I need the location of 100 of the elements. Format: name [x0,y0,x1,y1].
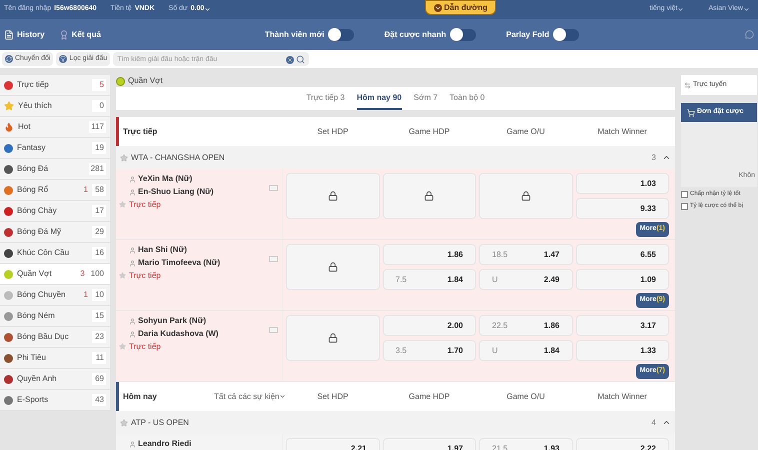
sidebar-item[interactable]: Quyền Anh 69 [0,369,110,390]
sport-label: Quần Vợt [17,268,53,280]
toggle-switch[interactable] [450,28,476,40]
collapse-toggle[interactable] [662,418,671,427]
lock-icon [328,333,338,343]
cart-icon [687,108,695,116]
odds-button[interactable]: 1.03 [576,173,669,194]
sport-label: Hot [18,121,32,133]
odds-button[interactable]: 18.5 1.47 [479,244,572,265]
caret-icon [743,6,750,13]
live-count: 1 [84,289,88,301]
star-icon[interactable] [120,154,128,162]
lock-icon [424,191,434,201]
medal-icon [58,30,69,40]
sidebar-item[interactable]: Quần Vợt 3 100 [0,264,110,285]
odds-value: 1.84 [544,344,560,356]
odds-value: 1.03 [640,178,656,190]
lock-icon [328,262,338,272]
star-icon[interactable] [120,418,128,426]
event-count: 16 [92,247,106,259]
event-count: 43 [92,394,106,406]
odds-button[interactable]: 3.17 [576,315,669,336]
sidebar-item[interactable]: E-Sports 43 [0,390,110,411]
event-count: 5 [92,79,106,91]
player-icon [129,260,136,266]
sidebar-item[interactable]: Phi Tiêu 11 [0,348,110,369]
odds-value: 1.33 [640,344,656,356]
sidebar-item[interactable]: Bóng Chuyền 1 10 [0,285,110,306]
star-icon [4,101,14,111]
odds-button[interactable]: 9.33 [576,198,669,219]
odds-button[interactable]: U 2.49 [479,269,572,290]
search-icon[interactable] [296,55,306,64]
period-tab[interactable]: Toàn bộ 0 [450,87,485,110]
odds-button[interactable]: 22.5 1.86 [479,315,572,336]
column-header: Set HDP [316,390,350,402]
toggle-switch[interactable] [553,28,580,40]
column-header: Game HDP [408,126,451,138]
event-count: 69 [92,373,106,385]
player-name: Sohyun Park (Nữ) [138,315,206,327]
odds-button[interactable]: 3.5 1.70 [382,340,476,361]
live-count: 1 [84,184,88,196]
star-icon[interactable] [119,272,126,278]
odds-button[interactable]: 1.33 [576,340,669,361]
odds-button[interactable]: 6.55 [576,244,669,265]
odds-button[interactable]: 7.5 1.84 [382,269,476,290]
sport-label: E-Sports [17,394,50,406]
odds-value: 9.33 [640,202,656,214]
odds-button[interactable]: 2.00 [382,315,476,336]
sidebar-item[interactable]: Bóng Đá Mỹ 29 [0,222,110,243]
caret-icon [279,393,286,400]
odds-value: 1.86 [544,320,560,332]
player-name: Leandro Riedi [138,438,192,450]
odds-value: 3.17 [640,320,656,332]
star-icon[interactable] [119,200,126,208]
odds-value: 1.09 [640,274,656,286]
chat-icon[interactable] [745,30,754,39]
period-tab[interactable]: Sớm 7 [414,87,438,110]
event-count: 23 [92,331,106,343]
sidebar-item[interactable]: Fantasy 19 [0,138,110,159]
chevron-up-icon [662,418,671,427]
guide-tab[interactable]: Dẫn đường [425,0,496,15]
sidebar-item[interactable]: Bóng Đá 281 [0,159,110,180]
sidebar-item[interactable]: Khúc Côn Cầu 16 [0,243,110,264]
toggle-label: Đặt cược nhanh [384,28,446,40]
sport-title: Quần Vợt [128,75,163,87]
odds-value: 2.00 [447,320,463,332]
checkbox[interactable] [681,191,688,198]
odds-button[interactable]: 1.86 [382,244,476,265]
sidebar-item[interactable]: Bóng Rổ 1 58 [0,180,110,201]
live-status: Trực tiếp [129,199,162,211]
sidebar-item[interactable]: Trực tiếp 5 [0,75,110,96]
odds-button[interactable]: U 1.84 [479,340,572,361]
sidebar-item[interactable]: Hot 117 [0,117,110,138]
sidebar-item[interactable]: Bóng Chày 17 [0,201,110,222]
handicap-line: 22.5 [492,320,508,332]
handicap-line: 18.5 [492,248,508,260]
checkbox[interactable] [681,203,688,210]
nav-link[interactable]: History [4,28,45,40]
flame-icon [4,122,14,132]
period-tab[interactable]: Hôm nay 90 [356,87,402,110]
star-icon[interactable] [119,342,126,350]
caret-icon [677,6,684,13]
collapse-toggle[interactable] [662,153,671,162]
odds-button[interactable]: 1.09 [576,269,669,290]
period-tab[interactable]: Trực tiếp 3 [306,87,345,110]
league-name: ATP - US OPEN [131,416,190,428]
handicap-line: U [492,344,498,356]
arrows-icon [684,82,691,88]
sidebar-item[interactable]: Yêu thích 0 [0,96,110,117]
sport-label: Quyền Anh [17,373,58,385]
event-filter-dropdown[interactable]: Tất cả các sự kiện [214,390,286,402]
event-count: 17 [92,205,106,217]
sport-label: Yêu thích [18,100,53,112]
sidebar-item[interactable]: Bóng Bầu Dục 23 [0,327,110,348]
toggle-switch[interactable] [328,28,354,40]
toggle-label: Parlay Fold [506,28,550,40]
event-count: 281 [88,163,106,175]
sidebar-item[interactable]: Bóng Ném 15 [0,306,110,327]
live-status: Trực tiếp [129,270,162,282]
nav-link[interactable]: Kết quả [58,28,101,40]
